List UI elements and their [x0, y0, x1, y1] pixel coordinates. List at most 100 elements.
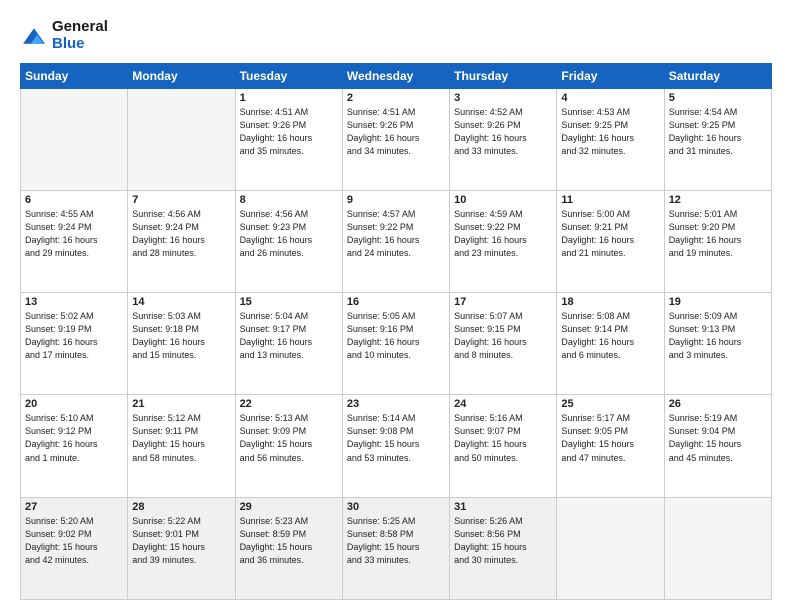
logo-icon — [20, 22, 48, 50]
calendar-cell: 12 Sunrise: 5:01 AM Sunset: 9:20 PM Dayli… — [664, 190, 771, 292]
day-header-friday: Friday — [557, 63, 664, 88]
cell-info: Sunrise: 4:53 AM Sunset: 9:25 PM Dayligh… — [561, 106, 659, 158]
day-number: 6 — [25, 194, 123, 206]
cell-info: Sunrise: 5:07 AM Sunset: 9:15 PM Dayligh… — [454, 310, 552, 362]
day-number: 16 — [347, 296, 445, 308]
calendar-cell: 25 Sunrise: 5:17 AM Sunset: 9:05 PM Dayli… — [557, 395, 664, 497]
calendar-cell: 6Sunrise: 4:55 AM Sunset: 9:24 PM Daylig… — [21, 190, 128, 292]
day-header-saturday: Saturday — [664, 63, 771, 88]
calendar-cell: 27 Sunrise: 5:20 AM Sunset: 9:02 PM Dayli… — [21, 497, 128, 599]
day-number: 5 — [669, 92, 767, 104]
day-number: 8 — [240, 194, 338, 206]
calendar-cell: 16 Sunrise: 5:05 AM Sunset: 9:16 PM Dayli… — [342, 293, 449, 395]
cell-info: Sunrise: 5:20 AM Sunset: 9:02 PM Dayligh… — [25, 515, 123, 567]
calendar-cell: 23 Sunrise: 5:14 AM Sunset: 9:08 PM Dayli… — [342, 395, 449, 497]
calendar-cell — [21, 88, 128, 190]
day-number: 7 — [132, 194, 230, 206]
cell-info: Sunrise: 5:26 AM Sunset: 8:56 PM Dayligh… — [454, 515, 552, 567]
day-number: 22 — [240, 398, 338, 410]
calendar-cell: 15Sunrise: 5:04 AM Sunset: 9:17 PM Dayli… — [235, 293, 342, 395]
day-number: 13 — [25, 296, 123, 308]
calendar-cell: 11Sunrise: 5:00 AM Sunset: 9:21 PM Dayli… — [557, 190, 664, 292]
day-number: 29 — [240, 501, 338, 513]
calendar-cell: 10 Sunrise: 4:59 AM Sunset: 9:22 PM Dayli… — [450, 190, 557, 292]
calendar-cell: 30 Sunrise: 5:25 AM Sunset: 8:58 PM Dayli… — [342, 497, 449, 599]
calendar-cell: 21 Sunrise: 5:12 AM Sunset: 9:11 PM Dayli… — [128, 395, 235, 497]
calendar-table: SundayMondayTuesdayWednesdayThursdayFrid… — [20, 63, 772, 601]
day-number: 10 — [454, 194, 552, 206]
calendar-cell: 7 Sunrise: 4:56 AM Sunset: 9:24 PM Daylig… — [128, 190, 235, 292]
cell-info: Sunrise: 4:52 AM Sunset: 9:26 PM Dayligh… — [454, 106, 552, 158]
day-number: 21 — [132, 398, 230, 410]
cell-info: Sunrise: 4:54 AM Sunset: 9:25 PM Dayligh… — [669, 106, 767, 158]
logo: General Blue — [20, 18, 108, 53]
calendar-cell: 1 Sunrise: 4:51 AM Sunset: 9:26 PM Daylig… — [235, 88, 342, 190]
day-number: 15 — [240, 296, 338, 308]
cell-info: Sunrise: 5:23 AM Sunset: 8:59 PM Dayligh… — [240, 515, 338, 567]
day-number: 23 — [347, 398, 445, 410]
cell-info: Sunrise: 5:25 AM Sunset: 8:58 PM Dayligh… — [347, 515, 445, 567]
cell-info: Sunrise: 5:02 AM Sunset: 9:19 PM Dayligh… — [25, 310, 123, 362]
calendar-header-row: SundayMondayTuesdayWednesdayThursdayFrid… — [21, 63, 772, 88]
day-number: 20 — [25, 398, 123, 410]
day-number: 27 — [25, 501, 123, 513]
cell-info: Sunrise: 4:59 AM Sunset: 9:22 PM Dayligh… — [454, 208, 552, 260]
cell-info: Sunrise: 5:12 AM Sunset: 9:11 PM Dayligh… — [132, 412, 230, 464]
calendar-cell: 28Sunrise: 5:22 AM Sunset: 9:01 PM Dayli… — [128, 497, 235, 599]
cell-info: Sunrise: 5:09 AM Sunset: 9:13 PM Dayligh… — [669, 310, 767, 362]
cell-info: Sunrise: 4:57 AM Sunset: 9:22 PM Dayligh… — [347, 208, 445, 260]
calendar-cell: 31 Sunrise: 5:26 AM Sunset: 8:56 PM Dayli… — [450, 497, 557, 599]
day-number: 17 — [454, 296, 552, 308]
calendar-cell: 14Sunrise: 5:03 AM Sunset: 9:18 PM Dayli… — [128, 293, 235, 395]
calendar-cell: 18Sunrise: 5:08 AM Sunset: 9:14 PM Dayli… — [557, 293, 664, 395]
cell-info: Sunrise: 5:14 AM Sunset: 9:08 PM Dayligh… — [347, 412, 445, 464]
cell-info: Sunrise: 4:56 AM Sunset: 9:23 PM Dayligh… — [240, 208, 338, 260]
calendar-cell: 17 Sunrise: 5:07 AM Sunset: 9:15 PM Dayli… — [450, 293, 557, 395]
cell-info: Sunrise: 5:17 AM Sunset: 9:05 PM Dayligh… — [561, 412, 659, 464]
cell-info: Sunrise: 5:16 AM Sunset: 9:07 PM Dayligh… — [454, 412, 552, 464]
day-number: 3 — [454, 92, 552, 104]
cell-info: Sunrise: 5:01 AM Sunset: 9:20 PM Dayligh… — [669, 208, 767, 260]
calendar-week-4: 20 Sunrise: 5:10 AM Sunset: 9:12 PM Dayli… — [21, 395, 772, 497]
cell-info: Sunrise: 5:22 AM Sunset: 9:01 PM Dayligh… — [132, 515, 230, 567]
logo-text: General Blue — [52, 18, 108, 53]
day-number: 31 — [454, 501, 552, 513]
header: General Blue — [20, 18, 772, 53]
calendar-cell — [128, 88, 235, 190]
day-number: 26 — [669, 398, 767, 410]
calendar-cell: 26 Sunrise: 5:19 AM Sunset: 9:04 PM Dayli… — [664, 395, 771, 497]
calendar-week-5: 27 Sunrise: 5:20 AM Sunset: 9:02 PM Dayli… — [21, 497, 772, 599]
day-number: 24 — [454, 398, 552, 410]
cell-info: Sunrise: 4:51 AM Sunset: 9:26 PM Dayligh… — [347, 106, 445, 158]
calendar-cell: 22 Sunrise: 5:13 AM Sunset: 9:09 PM Dayli… — [235, 395, 342, 497]
calendar-cell: 2 Sunrise: 4:51 AM Sunset: 9:26 PM Daylig… — [342, 88, 449, 190]
day-number: 12 — [669, 194, 767, 206]
cell-info: Sunrise: 5:03 AM Sunset: 9:18 PM Dayligh… — [132, 310, 230, 362]
cell-info: Sunrise: 5:19 AM Sunset: 9:04 PM Dayligh… — [669, 412, 767, 464]
calendar-cell: 29 Sunrise: 5:23 AM Sunset: 8:59 PM Dayli… — [235, 497, 342, 599]
cell-info: Sunrise: 5:13 AM Sunset: 9:09 PM Dayligh… — [240, 412, 338, 464]
cell-info: Sunrise: 4:51 AM Sunset: 9:26 PM Dayligh… — [240, 106, 338, 158]
cell-info: Sunrise: 5:05 AM Sunset: 9:16 PM Dayligh… — [347, 310, 445, 362]
calendar-cell: 20 Sunrise: 5:10 AM Sunset: 9:12 PM Dayli… — [21, 395, 128, 497]
day-number: 2 — [347, 92, 445, 104]
cell-info: Sunrise: 5:10 AM Sunset: 9:12 PM Dayligh… — [25, 412, 123, 464]
calendar-week-2: 6Sunrise: 4:55 AM Sunset: 9:24 PM Daylig… — [21, 190, 772, 292]
cell-info: Sunrise: 4:56 AM Sunset: 9:24 PM Dayligh… — [132, 208, 230, 260]
day-number: 30 — [347, 501, 445, 513]
calendar-cell: 13 Sunrise: 5:02 AM Sunset: 9:19 PM Dayli… — [21, 293, 128, 395]
page: General Blue SundayMondayTuesdayWednesda… — [0, 0, 792, 612]
day-number: 1 — [240, 92, 338, 104]
day-number: 9 — [347, 194, 445, 206]
calendar-cell: 8 Sunrise: 4:56 AM Sunset: 9:23 PM Daylig… — [235, 190, 342, 292]
day-number: 4 — [561, 92, 659, 104]
calendar-cell: 5 Sunrise: 4:54 AM Sunset: 9:25 PM Daylig… — [664, 88, 771, 190]
day-number: 25 — [561, 398, 659, 410]
calendar-week-3: 13 Sunrise: 5:02 AM Sunset: 9:19 PM Dayli… — [21, 293, 772, 395]
day-number: 19 — [669, 296, 767, 308]
cell-info: Sunrise: 5:00 AM Sunset: 9:21 PM Dayligh… — [561, 208, 659, 260]
day-header-thursday: Thursday — [450, 63, 557, 88]
calendar-cell — [664, 497, 771, 599]
cell-info: Sunrise: 5:08 AM Sunset: 9:14 PM Dayligh… — [561, 310, 659, 362]
calendar-cell: 3 Sunrise: 4:52 AM Sunset: 9:26 PM Daylig… — [450, 88, 557, 190]
